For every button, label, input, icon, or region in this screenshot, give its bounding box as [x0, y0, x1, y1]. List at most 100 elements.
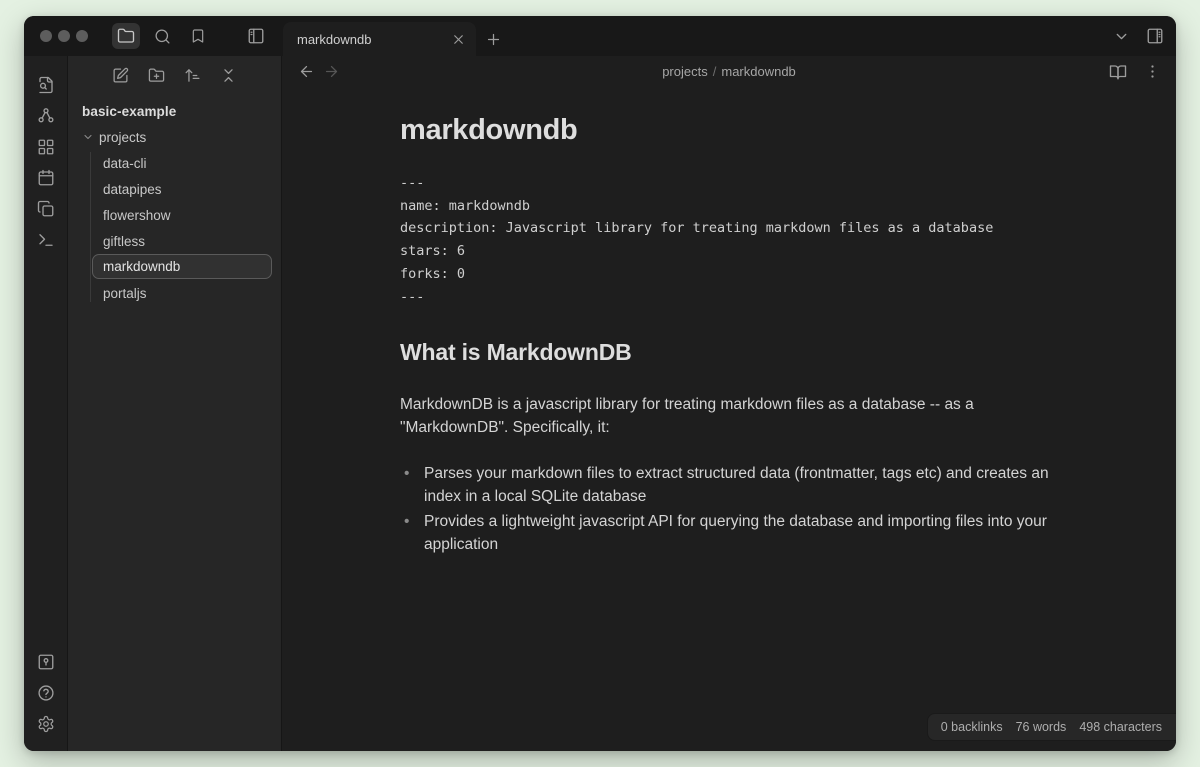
new-tab-button[interactable] [476, 22, 510, 56]
file-label: datapipes [103, 182, 162, 197]
file-item-datapipes[interactable]: datapipes [68, 176, 281, 202]
reading-mode-button[interactable] [1109, 63, 1127, 81]
backlinks-count[interactable]: 0 backlinks [941, 720, 1003, 734]
file-label: flowershow [103, 208, 171, 223]
frontmatter-description: description: Javascript library for trea… [400, 217, 1058, 240]
file-tree: basic-example projects data-cli datapipe… [68, 99, 281, 306]
intro-paragraph: MarkdownDB is a javascript library for t… [400, 393, 1058, 439]
help-icon [37, 684, 55, 702]
titlebar: markdowndb [24, 16, 1176, 56]
back-button[interactable] [298, 63, 315, 80]
arrow-right-icon [323, 63, 340, 80]
window-close-button[interactable] [40, 30, 52, 42]
plus-icon [485, 31, 502, 48]
window-minimize-button[interactable] [58, 30, 70, 42]
folder-icon [117, 27, 135, 45]
window-controls [40, 30, 88, 42]
insert-template-button[interactable] [31, 194, 61, 224]
file-explorer: basic-example projects data-cli datapipe… [68, 56, 282, 751]
ribbon-top-group [31, 70, 61, 255]
folder-projects[interactable]: projects [68, 124, 281, 150]
nav-arrows [298, 63, 340, 80]
terminal-button[interactable] [31, 225, 61, 255]
vault-name[interactable]: basic-example [68, 99, 281, 124]
file-item-giftless[interactable]: giftless [68, 228, 281, 254]
arrow-left-icon [298, 63, 315, 80]
ribbon-bottom-group [31, 647, 61, 739]
new-folder-icon [148, 67, 165, 84]
ribbon [24, 56, 68, 751]
view-header-actions [1109, 63, 1176, 81]
vault-icon [37, 653, 55, 671]
list-item: Parses your markdown files to extract st… [400, 462, 1058, 508]
file-item-markdowndb[interactable]: markdowndb [92, 254, 272, 279]
frontmatter-delimiter: --- [400, 172, 1058, 195]
tab-close-button[interactable] [451, 32, 466, 47]
files-view-button[interactable] [112, 23, 140, 49]
forward-button[interactable] [323, 63, 340, 80]
editor-pane: projects/markdowndb markdowndb --- [282, 56, 1176, 751]
settings-button[interactable] [31, 709, 61, 739]
note-content: markdowndb --- name: markdowndb descript… [400, 87, 1058, 556]
file-label: giftless [103, 234, 145, 249]
search-view-button[interactable] [148, 23, 176, 49]
help-button[interactable] [31, 678, 61, 708]
list-item: Provides a lightweight javascript API fo… [400, 510, 1058, 556]
file-label: data-cli [103, 156, 147, 171]
new-folder-button[interactable] [142, 61, 172, 89]
search-icon [154, 28, 171, 45]
bookmarks-view-button[interactable] [184, 23, 212, 49]
tab-markdowndb[interactable]: markdowndb [283, 22, 476, 56]
frontmatter-delimiter: --- [400, 286, 1058, 309]
frontmatter-name: name: markdowndb [400, 195, 1058, 218]
sort-order-button[interactable] [178, 61, 208, 89]
tab-list-button[interactable] [1113, 28, 1130, 45]
titlebar-left [24, 16, 283, 56]
breadcrumb: projects/markdowndb [282, 64, 1176, 79]
breadcrumb-file[interactable]: markdowndb [721, 64, 795, 79]
file-item-flowershow[interactable]: flowershow [68, 202, 281, 228]
window-zoom-button[interactable] [76, 30, 88, 42]
right-sidebar-toggle-button[interactable] [1146, 27, 1164, 45]
dashboard-button[interactable] [31, 132, 61, 162]
tab-bar: markdowndb [283, 16, 1113, 56]
file-item-portaljs[interactable]: portaljs [68, 280, 281, 306]
daily-note-button[interactable] [31, 163, 61, 193]
indent-guide [90, 152, 91, 302]
new-note-button[interactable] [106, 61, 136, 89]
panel-right-icon [1146, 27, 1164, 45]
frontmatter-forks: forks: 0 [400, 263, 1058, 286]
frontmatter-stars: stars: 6 [400, 240, 1058, 263]
graph-icon [37, 107, 55, 125]
word-count: 76 words [1016, 720, 1067, 734]
sort-icon [184, 67, 201, 84]
terminal-icon [37, 231, 55, 249]
file-label: markdowndb [103, 259, 180, 274]
quick-switcher-button[interactable] [31, 70, 61, 100]
settings-gear-icon [37, 715, 55, 733]
close-icon [451, 32, 466, 47]
more-options-button[interactable] [1144, 63, 1161, 80]
view-header: projects/markdowndb [282, 56, 1176, 87]
breadcrumb-folder[interactable]: projects [662, 64, 708, 79]
note-content-area[interactable]: markdowndb --- name: markdowndb descript… [282, 87, 1176, 751]
file-search-icon [37, 76, 55, 94]
new-note-icon [112, 67, 129, 84]
calendar-icon [37, 169, 55, 187]
graph-view-button[interactable] [31, 101, 61, 131]
more-vertical-icon [1144, 63, 1161, 80]
frontmatter-block: --- name: markdowndb description: Javasc… [400, 172, 1058, 308]
file-label: portaljs [103, 286, 147, 301]
collapse-all-button[interactable] [214, 61, 244, 89]
vault-switcher-button[interactable] [31, 647, 61, 677]
note-title: markdowndb [400, 114, 1058, 147]
tab-title: markdowndb [297, 32, 371, 47]
folder-label: projects [99, 130, 146, 145]
obsidian-window: markdowndb [24, 16, 1176, 751]
chevron-down-icon [1113, 28, 1130, 45]
window-body: basic-example projects data-cli datapipe… [24, 56, 1176, 751]
section-heading: What is MarkdownDB [400, 339, 1058, 366]
layout-grid-icon [37, 138, 55, 156]
file-item-data-cli[interactable]: data-cli [68, 150, 281, 176]
left-sidebar-toggle-button[interactable] [242, 23, 270, 49]
